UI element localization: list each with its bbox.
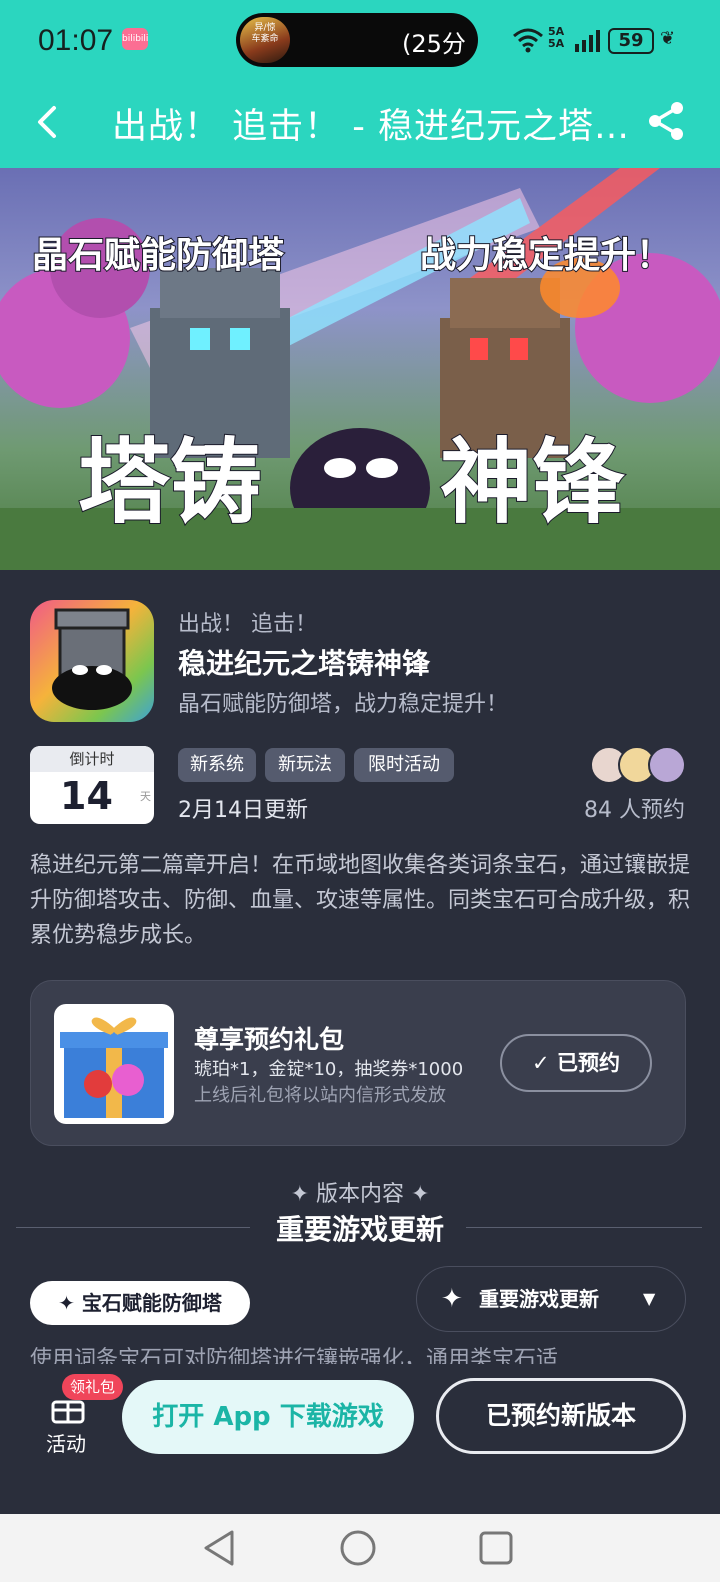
nav-recents-icon[interactable]	[476, 1528, 516, 1568]
game-description: 稳进纪元第二篇章开启！在币域地图收集各类词条宝石，通过镶嵌提升防御塔攻击、防御、…	[30, 853, 691, 948]
reservation-count: 84 人预约	[584, 798, 685, 823]
nav-back-icon[interactable]	[200, 1528, 240, 1568]
signal-bars-icon	[575, 30, 600, 52]
version-preview-text: 使用词条宝石可对防御塔进行镶嵌强化，通用类宝石适	[30, 1347, 559, 1364]
reserved-version-button[interactable]: 已预约新版本	[436, 1378, 686, 1454]
gift-box-image	[54, 1004, 174, 1124]
leaf-icon: ❦	[660, 28, 676, 49]
wifi-icon	[513, 28, 543, 53]
app-subtitle: 出战！ 追击！	[178, 612, 317, 637]
bilibili-icon: bilibili	[122, 28, 148, 50]
gift-note: 上线后礼包将以站内信形式发放	[194, 1085, 446, 1106]
app-tagline: 晶石赋能防御塔，战力稳定提升！	[178, 692, 509, 717]
reserved-button-label: 已预约	[556, 1051, 620, 1075]
countdown-label: 倒计时	[30, 746, 154, 772]
version-label: ✦ 版本内容 ✦	[290, 1182, 430, 1207]
page-title: 出战！ 追击！ - 稳进纪元之塔…	[112, 107, 631, 147]
banner-caption-right: 战力稳定提升！	[419, 234, 673, 277]
tag-new-gameplay[interactable]: 新玩法	[265, 748, 345, 782]
battery-icon: 59	[608, 28, 654, 54]
sparkle-icon: ✦	[441, 1284, 463, 1314]
activity-badge: 领礼包	[62, 1374, 124, 1400]
app-name: 稳进纪元之塔铸神锋	[178, 647, 431, 680]
banner-image[interactable]: 晶石赋能防御塔 战力稳定提升！ 塔铸 神锋	[0, 168, 720, 570]
version-title: 重要游戏更新	[275, 1213, 444, 1246]
island-text: (25分	[402, 30, 466, 58]
reserver-avatars	[590, 746, 686, 784]
countdown-value: 14	[60, 774, 113, 818]
gift-items: 琥珀*1，金锭*10，抽奖券*1000	[194, 1059, 464, 1080]
update-date: 2月14日更新	[178, 798, 308, 823]
dropdown-arrow-icon: ▼	[643, 1289, 656, 1308]
countdown-card: 倒计时 14 天	[30, 746, 154, 824]
version-dropdown-label: 重要游戏更新	[479, 1287, 599, 1311]
banner-logo-right: 神锋	[439, 428, 625, 537]
countdown-unit: 天	[140, 790, 151, 803]
signal-label: 5A 5A	[548, 25, 565, 50]
banner-logo-left: 塔铸	[77, 428, 263, 537]
back-chevron-icon[interactable]	[30, 102, 64, 142]
nav-home-icon[interactable]	[338, 1528, 378, 1568]
version-dropdown[interactable]: ✦ 重要游戏更新 ▼	[416, 1266, 686, 1332]
app-icon[interactable]	[30, 600, 154, 722]
avatar	[648, 746, 686, 784]
banner-caption-left: 晶石赋能防御塔	[31, 234, 285, 277]
system-nav-bar	[0, 1514, 720, 1582]
open-app-button[interactable]: 打开 App 下载游戏	[122, 1380, 414, 1454]
share-icon[interactable]	[646, 100, 686, 142]
gift-title: 尊享预约礼包	[194, 1025, 345, 1054]
status-time: 01:07	[38, 24, 114, 57]
feature-pill[interactable]: ✦ 宝石赋能防御塔	[30, 1281, 250, 1325]
tag-new-system[interactable]: 新系统	[178, 748, 256, 782]
island-thumbnail: 异/惊 车紊命	[240, 17, 290, 63]
check-icon: ✓	[532, 1051, 557, 1075]
tag-limited-event[interactable]: 限时活动	[354, 748, 454, 782]
reserved-button[interactable]: ✓ 已预约	[500, 1034, 652, 1092]
activity-label[interactable]: 活动	[46, 1428, 86, 1457]
